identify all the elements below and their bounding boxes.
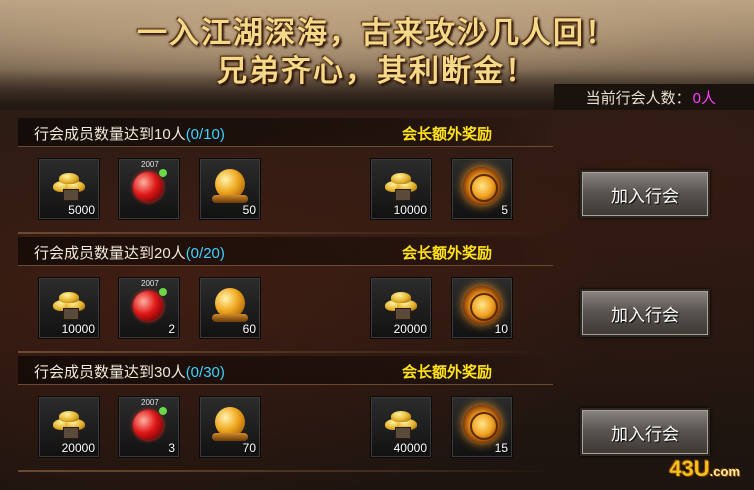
divider [18,470,553,472]
tier-30: 行会成员数量达到30人(0/30) 会长额外奖励 20000 2007 3 70… [0,356,754,474]
reward-qty: 50 [242,203,256,217]
reward-slot-gold[interactable]: 20000 [38,396,100,458]
gold-ingot-icon [51,409,87,439]
tier-20: 行会成员数量达到20人(0/20) 会长额外奖励 10000 2007 2 60… [0,237,754,355]
tier-progress: (0/10) [185,126,225,143]
divider [18,232,553,234]
amber-orb-base [212,433,248,441]
red-orb-icon [133,169,167,202]
join-guild-button[interactable]: 加入行会 [580,289,710,337]
tier-title: 行会成员数量达到30人(0/30) [34,361,225,382]
reward-slot-gold[interactable]: 5000 [38,158,100,220]
reward-slot-amber-orb[interactable]: 70 [199,396,261,458]
tier-progress: (0/20) [185,245,225,262]
reward-qty: 60 [242,322,256,336]
gold-ingot-icon [383,171,419,201]
sun-orb-icon [463,167,501,205]
reward-qty: 20000 [61,441,95,455]
tier-title-text: 行会成员数量达到10人 [34,126,186,143]
reward-qty: 70 [242,441,256,455]
leader-slot-sun-orb[interactable]: 15 [451,396,513,458]
tier-header: 行会成员数量达到30人(0/30) 会长额外奖励 [18,356,553,385]
tier-title: 行会成员数量达到20人(0/20) [34,242,225,263]
sun-orb-icon [463,286,501,324]
reward-qty: 2 [168,322,175,336]
tier-title-text: 行会成员数量达到20人 [34,245,186,262]
member-count-label: 当前行会人数： [585,89,691,107]
reward-qty: 5 [501,203,508,217]
reward-slot-red-orb[interactable]: 2007 3 [118,396,180,458]
tier-progress: (0/30) [185,364,225,381]
guild-panel: 一入江湖深海，古来攻沙几人回！ 兄弟齐心，其利断金！ 当前行会人数： 0人 行会… [0,0,754,490]
red-orb-icon [133,407,167,440]
reward-qty: 10000 [393,203,427,217]
reward-qty: 15 [494,441,508,455]
gold-ingot-icon [51,290,87,320]
leader-reward-label: 会长额外奖励 [402,126,493,143]
reward-slot-red-orb[interactable]: 2007 2 [118,277,180,339]
member-count-value: 0人 [692,89,716,107]
reward-slot-gold[interactable]: 10000 [38,277,100,339]
site-logo: 43U.com [669,456,740,482]
sun-orb-icon [463,405,501,443]
leader-reward-label: 会长额外奖励 [402,245,493,262]
leader-reward-label: 会长额外奖励 [402,364,493,381]
join-guild-button[interactable]: 加入行会 [580,408,710,456]
join-guild-button[interactable]: 加入行会 [580,170,710,218]
leader-slot-gold[interactable]: 20000 [370,277,432,339]
gold-ingot-icon [383,409,419,439]
leader-slot-sun-orb[interactable]: 5 [451,158,513,220]
tier-title: 行会成员数量达到10人(0/10) [34,123,225,144]
gold-ingot-icon [51,171,87,201]
leader-slot-gold[interactable]: 40000 [370,396,432,458]
tier-10: 行会成员数量达到10人(0/10) 会长额外奖励 5000 2007 50 10… [0,118,754,236]
site-logo-suffix: .com [709,464,740,479]
reward-qty: 10 [494,322,508,336]
reward-slot-red-orb[interactable]: 2007 [118,158,180,220]
reward-qty: 20000 [393,322,427,336]
site-logo-text: 43U [669,456,710,481]
leader-slot-sun-orb[interactable]: 10 [451,277,513,339]
amber-orb-base [212,314,248,322]
amber-orb-base [212,195,248,203]
reward-qty: 40000 [393,441,427,455]
reward-slot-amber-orb[interactable]: 60 [199,277,261,339]
tier-title-text: 行会成员数量达到30人 [34,364,186,381]
member-count: 当前行会人数： 0人 [554,84,754,110]
tier-header: 行会成员数量达到10人(0/10) 会长额外奖励 [18,118,553,147]
divider [18,351,553,353]
gold-ingot-icon [383,290,419,320]
reward-qty: 10000 [61,322,95,336]
reward-badge: 2007 [141,160,159,169]
reward-badge: 2007 [141,398,159,407]
red-orb-icon [133,288,167,321]
tier-header: 行会成员数量达到20人(0/20) 会长额外奖励 [18,237,553,266]
reward-slot-amber-orb[interactable]: 50 [199,158,261,220]
reward-badge: 2007 [141,279,159,288]
reward-qty: 3 [168,441,175,455]
reward-qty: 5000 [68,203,95,217]
leader-slot-gold[interactable]: 10000 [370,158,432,220]
